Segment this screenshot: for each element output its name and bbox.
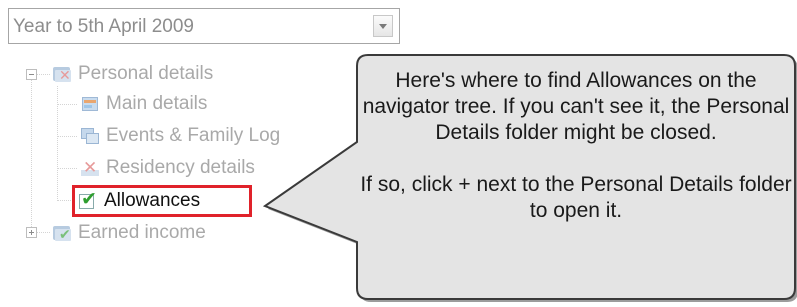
callout-paragraph-1: Here's where to find Allowances on the n… xyxy=(362,69,790,144)
callout-text: Here's where to find Allowances on the n… xyxy=(360,68,792,224)
callout-paragraph-2: If so, click + next to the Personal Deta… xyxy=(360,173,792,222)
